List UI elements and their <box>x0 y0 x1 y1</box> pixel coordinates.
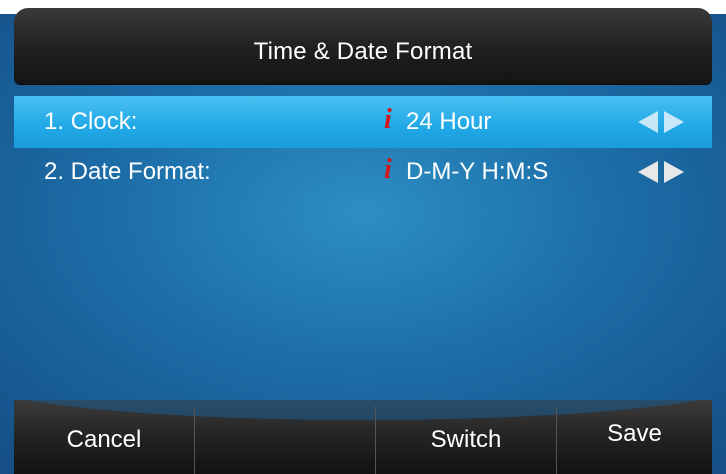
arrow-left-icon[interactable] <box>638 111 658 133</box>
value-switch-arrows[interactable] <box>638 111 698 133</box>
arrow-right-icon[interactable] <box>664 161 684 183</box>
arrow-right-icon[interactable] <box>664 111 684 133</box>
menu-item-label: 1. Clock: <box>44 108 138 135</box>
menu-item-clock[interactable]: 1. Clock: i 24 Hour <box>14 96 712 148</box>
value-switch-arrows[interactable] <box>638 161 698 183</box>
page-title: Time & Date Format <box>253 38 473 65</box>
softkey-bar: Cancel Switch Save <box>14 400 712 474</box>
title-bar: Time & Date Format <box>14 8 712 84</box>
menu-item-date-format[interactable]: 2. Date Format: i D-M-Y H:M:S <box>14 146 712 198</box>
menu-item-label: 2. Date Format: <box>44 158 211 185</box>
arrow-left-icon[interactable] <box>638 161 658 183</box>
empty-softkey[interactable] <box>195 400 375 474</box>
menu-item-value: 24 Hour <box>406 108 492 135</box>
cancel-softkey[interactable]: Cancel <box>14 400 194 474</box>
info-icon: i <box>384 154 392 185</box>
switch-softkey[interactable]: Switch <box>376 400 556 474</box>
phone-screen: Time & Date Format 1. Clock: i 24 Hour 2… <box>0 0 726 474</box>
menu-item-value: D-M-Y H:M:S <box>406 158 549 185</box>
save-softkey[interactable]: Save <box>557 400 712 474</box>
info-icon: i <box>384 104 392 135</box>
